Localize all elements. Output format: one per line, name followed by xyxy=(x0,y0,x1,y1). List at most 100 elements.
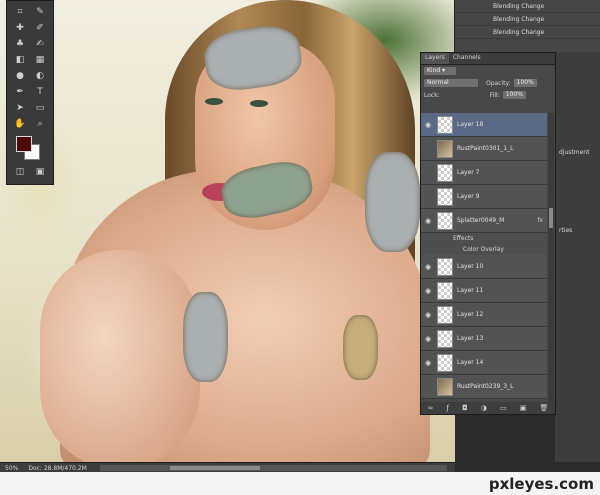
layer-row[interactable]: RustPaint0239_3_L xyxy=(421,375,547,399)
add-style-icon[interactable]: ƒ xyxy=(447,404,449,412)
healing-brush-icon[interactable]: ✚ xyxy=(13,21,27,35)
new-group-icon[interactable]: ▭ xyxy=(500,404,507,412)
left-eye xyxy=(205,98,223,105)
history-item-label: Blending Change xyxy=(493,2,545,10)
history-item-label: Blending Change xyxy=(493,15,545,23)
opacity-label: Opacity: xyxy=(486,79,511,87)
doc-info: Doc: 28.8M/470.2M xyxy=(28,464,87,472)
layer-row[interactable]: ◉ Layer 12 xyxy=(421,303,547,327)
effects-label: Effects xyxy=(453,235,474,242)
history-item-label: Blending Change xyxy=(493,28,545,36)
visibility-eye-icon[interactable]: ◉ xyxy=(421,335,435,343)
layer-row[interactable]: ◉ Layer 10 xyxy=(421,255,547,279)
adjustments-panel: djustment rties xyxy=(555,52,600,462)
layer-thumbnail xyxy=(437,329,453,348)
history-item[interactable]: Blending Change xyxy=(455,0,600,13)
layer-thumbnail xyxy=(437,353,453,372)
horizontal-scroll-thumb[interactable] xyxy=(169,466,260,470)
opacity-input[interactable]: 100% xyxy=(513,79,537,87)
layer-thumbnail xyxy=(437,187,453,206)
dodge-tool-icon[interactable]: ◐ xyxy=(33,69,47,83)
hand-tool-icon[interactable]: ✋ xyxy=(13,117,27,131)
layer-row[interactable]: ◉ Layer 13 xyxy=(421,327,547,351)
watermark: pxleyes.com xyxy=(488,475,594,493)
layers-scrollbar[interactable] xyxy=(548,113,554,403)
zoom-tool-icon[interactable]: ⌕ xyxy=(33,117,47,131)
layer-row[interactable]: Layer 9 xyxy=(421,185,547,209)
zoom-level[interactable]: 50% xyxy=(0,465,23,472)
layer-name: Layer 12 xyxy=(457,311,484,318)
clone-stamp-icon[interactable]: ♣ xyxy=(13,37,27,51)
rust-patch-earring-left xyxy=(183,292,228,382)
tab-layers[interactable]: Layers xyxy=(421,53,449,64)
layer-name: Layer 11 xyxy=(457,287,484,294)
filter-kind-value: Kind xyxy=(427,67,441,74)
color-overlay-row[interactable]: Color Overlay xyxy=(421,244,547,255)
link-layers-icon[interactable]: ∞ xyxy=(428,404,434,412)
screen-mode-icon[interactable]: ▣ xyxy=(33,165,47,179)
layer-row[interactable]: ◉ Splatter0049_M fx xyxy=(421,209,547,233)
layer-name: Layer 18 xyxy=(457,121,484,128)
brush-tool-icon[interactable]: ✐ xyxy=(33,21,47,35)
type-tool-icon[interactable]: T xyxy=(33,85,47,99)
eraser-tool-icon[interactable]: ◧ xyxy=(13,53,27,67)
foreground-color-swatch[interactable] xyxy=(16,136,32,152)
blend-mode-select[interactable]: Normal xyxy=(424,79,478,87)
layer-thumbnail xyxy=(437,139,453,158)
visibility-eye-icon[interactable]: ◉ xyxy=(421,311,435,319)
layer-row[interactable]: ◉ Layer 14 xyxy=(421,351,547,375)
layer-name: Layer 9 xyxy=(457,193,480,200)
add-mask-icon[interactable]: ◘ xyxy=(462,404,468,412)
adjustments-label: djustment xyxy=(559,149,590,156)
history-item[interactable]: Blending Change xyxy=(455,13,600,26)
color-overlay-label: Color Overlay xyxy=(463,246,504,253)
visibility-eye-icon[interactable]: ◉ xyxy=(421,121,435,129)
pen-tool-icon[interactable]: ✒ xyxy=(13,85,27,99)
layer-thumbnail xyxy=(437,211,453,230)
crop-tool-icon[interactable]: ⌗ xyxy=(13,5,27,19)
layer-name: RustPaint0239_3_L xyxy=(457,383,514,390)
adjustment-layer-icon[interactable]: ◑ xyxy=(481,404,487,412)
gradient-tool-icon[interactable]: ▦ xyxy=(33,53,47,67)
layers-footer: ∞ ƒ ◘ ◑ ▭ ▣ 🗑 xyxy=(421,402,555,414)
rust-patch-earring-right xyxy=(343,315,378,380)
layer-row[interactable]: Layer 7 xyxy=(421,161,547,185)
eyedropper-tool-icon[interactable]: ✎ xyxy=(33,5,47,19)
layer-thumbnail xyxy=(437,305,453,324)
filter-row: Kind ▾ xyxy=(421,65,555,77)
new-layer-icon[interactable]: ▣ xyxy=(520,404,527,412)
horizontal-scrollbar[interactable] xyxy=(99,465,447,471)
fill-label: Fill: xyxy=(489,91,500,99)
layer-row[interactable]: ◉ Layer 11 xyxy=(421,279,547,303)
layer-name: Layer 7 xyxy=(457,169,480,176)
blur-tool-icon[interactable]: ● xyxy=(13,69,27,83)
lock-label: Lock: xyxy=(424,91,440,99)
path-selection-icon[interactable]: ➤ xyxy=(13,101,27,115)
layer-effects-row[interactable]: Effects xyxy=(421,233,547,244)
quick-mask-icon[interactable]: ◫ xyxy=(13,165,27,179)
visibility-eye-icon[interactable]: ◉ xyxy=(421,263,435,271)
layer-row[interactable]: RustPaint0301_1_L xyxy=(421,137,547,161)
fill-input[interactable]: 100% xyxy=(502,91,526,99)
visibility-eye-icon[interactable]: ◉ xyxy=(421,287,435,295)
layer-row[interactable]: ◉ Layer 18 xyxy=(421,113,547,137)
layer-list: ◉ Layer 18 RustPaint0301_1_L Layer 7 Lay… xyxy=(421,113,547,403)
tab-channels[interactable]: Channels xyxy=(449,53,485,64)
layer-name: Layer 14 xyxy=(457,359,484,366)
shape-tool-icon[interactable]: ▭ xyxy=(33,101,47,115)
history-item[interactable]: Blending Change xyxy=(455,26,600,39)
layers-scroll-thumb[interactable] xyxy=(549,208,553,228)
filter-kind-select[interactable]: Kind ▾ xyxy=(424,67,456,75)
delete-layer-icon[interactable]: 🗑 xyxy=(540,404,549,412)
layer-fx-badge[interactable]: fx xyxy=(537,217,543,224)
visibility-eye-icon[interactable]: ◉ xyxy=(421,359,435,367)
history-brush-icon[interactable]: ✍ xyxy=(33,37,47,51)
arm-shape xyxy=(40,250,200,462)
layers-panel: Layers Channels Kind ▾ Normal Opacity: 1… xyxy=(420,52,556,415)
rust-patch-right xyxy=(365,152,420,252)
tools-panel: ⌗ ✎ ✚ ✐ ♣ ✍ ◧ ▦ ● ◐ ✒ T ➤ ▭ ✋ ⌕ ◫ ▣ xyxy=(6,0,54,185)
document-canvas[interactable] xyxy=(0,0,455,462)
layers-panel-tabs: Layers Channels xyxy=(421,53,555,65)
visibility-eye-icon[interactable]: ◉ xyxy=(421,217,435,225)
layer-thumbnail xyxy=(437,163,453,182)
